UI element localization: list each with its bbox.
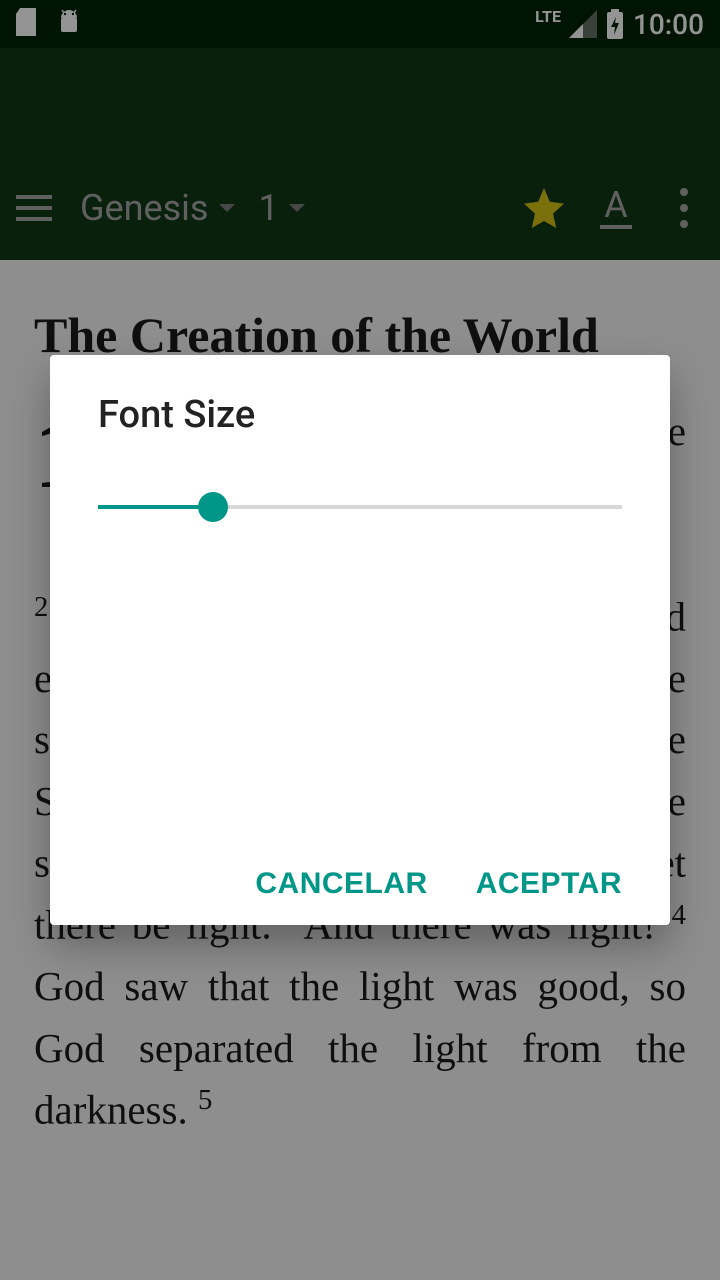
dialog-title: Font Size (98, 393, 622, 437)
modal-overlay[interactable]: Font Size CANCELAR ACEPTAR (0, 0, 720, 1280)
cancel-button[interactable]: CANCELAR (255, 867, 427, 901)
font-size-slider[interactable] (98, 487, 622, 527)
slider-thumb[interactable] (198, 492, 228, 522)
font-size-dialog: Font Size CANCELAR ACEPTAR (50, 355, 670, 925)
slider-fill (98, 505, 213, 509)
accept-button[interactable]: ACEPTAR (476, 867, 622, 901)
